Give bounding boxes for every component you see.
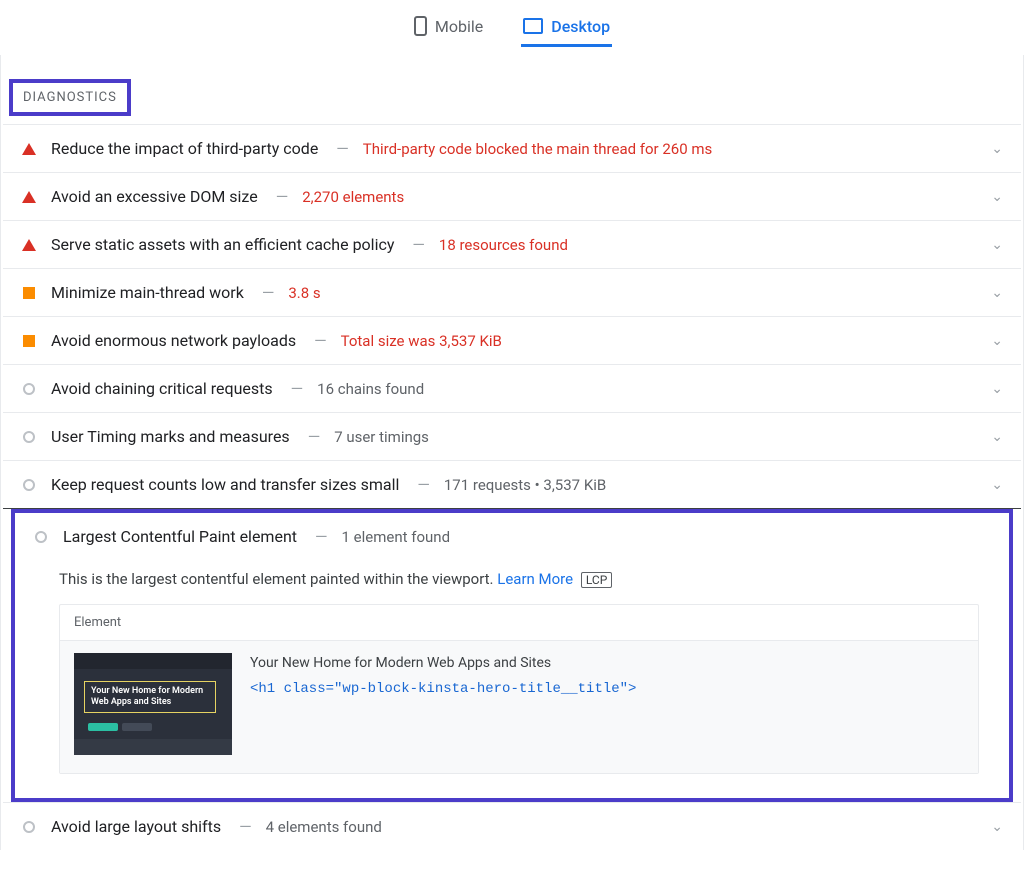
element-table: Element Your New Home for Modern Web App… xyxy=(59,604,979,774)
mobile-icon xyxy=(414,16,427,36)
chevron-down-icon: ⌄ xyxy=(991,285,1003,301)
audit-title: Minimize main-thread work xyxy=(51,283,244,302)
audit-detail: 3.8 s xyxy=(288,284,320,302)
audit-row[interactable]: Keep request counts low and transfer siz… xyxy=(3,460,1021,508)
warning-triangle-icon xyxy=(21,143,37,155)
audit-row[interactable]: Serve static assets with an efficient ca… xyxy=(3,220,1021,268)
audit-detail: 18 resources found xyxy=(439,236,568,254)
lcp-section: Largest Contentful Paint element — 1 ele… xyxy=(11,509,1013,802)
device-tabs: Mobile Desktop xyxy=(0,0,1024,55)
audit-title: Avoid an excessive DOM size xyxy=(51,187,258,206)
chevron-down-icon: ⌄ xyxy=(991,189,1003,205)
tab-desktop[interactable]: Desktop xyxy=(521,10,612,47)
thumb-hero-text: Your New Home for Modern Web Apps and Si… xyxy=(84,681,216,713)
lcp-body: This is the largest contentful element p… xyxy=(15,560,1009,798)
audit-title: Avoid chaining critical requests xyxy=(51,379,273,398)
audit-detail: 2,270 elements xyxy=(302,188,404,206)
audit-title: Largest Contentful Paint element xyxy=(63,527,297,546)
audit-title: Avoid enormous network payloads xyxy=(51,331,296,350)
chevron-down-icon: ⌄ xyxy=(991,381,1003,397)
info-circle-icon xyxy=(21,383,37,395)
info-circle-icon xyxy=(21,431,37,443)
audit-detail: 1 element found xyxy=(342,528,451,546)
chevron-down-icon: ⌄ xyxy=(991,237,1003,253)
element-row: Your New Home for Modern Web Apps and Si… xyxy=(60,641,978,773)
audit-row[interactable]: Avoid an excessive DOM size — 2,270 elem… xyxy=(3,172,1021,220)
audit-detail: 171 requests • 3,537 KiB xyxy=(444,476,606,494)
audit-detail: 4 elements found xyxy=(266,818,382,836)
learn-more-link[interactable]: Learn More xyxy=(497,570,573,588)
element-thumbnail: Your New Home for Modern Web Apps and Si… xyxy=(74,653,232,755)
audit-title: Reduce the impact of third-party code xyxy=(51,139,318,158)
chevron-down-icon: ⌄ xyxy=(991,819,1003,835)
diagnostics-panel: DIAGNOSTICS Reduce the impact of third-p… xyxy=(0,55,1024,850)
audit-title: Serve static assets with an efficient ca… xyxy=(51,235,394,254)
chevron-down-icon: ⌄ xyxy=(991,477,1003,493)
warning-triangle-icon xyxy=(21,239,37,251)
audit-title: Avoid large layout shifts xyxy=(51,817,221,836)
warning-triangle-icon xyxy=(21,191,37,203)
chevron-down-icon: ⌄ xyxy=(991,141,1003,157)
audit-row[interactable]: Avoid large layout shifts — 4 elements f… xyxy=(3,802,1021,850)
chevron-down-icon: ⌄ xyxy=(991,429,1003,445)
tab-mobile-label: Mobile xyxy=(435,17,483,36)
audit-row[interactable]: User Timing marks and measures — 7 user … xyxy=(3,412,1021,460)
audit-title: Keep request counts low and transfer siz… xyxy=(51,475,399,494)
lcp-badge: LCP xyxy=(581,572,612,588)
audit-row[interactable]: Avoid enormous network payloads — Total … xyxy=(3,316,1021,364)
tab-mobile[interactable]: Mobile xyxy=(412,10,485,47)
audit-row[interactable]: Minimize main-thread work — 3.8 s ⌄ xyxy=(3,268,1021,316)
element-table-header: Element xyxy=(60,605,978,641)
audit-detail: 7 user timings xyxy=(334,428,429,446)
audit-row-lcp[interactable]: Largest Contentful Paint element — 1 ele… xyxy=(15,513,1009,560)
warning-square-icon xyxy=(21,335,37,347)
element-text: Your New Home for Modern Web Apps and Si… xyxy=(250,655,636,671)
audit-detail: Third-party code blocked the main thread… xyxy=(363,140,712,158)
chevron-down-icon: ⌄ xyxy=(991,333,1003,349)
warning-square-icon xyxy=(21,287,37,299)
element-code: <h1 class="wp-block-kinsta-hero-title__t… xyxy=(250,681,636,697)
info-circle-icon xyxy=(21,479,37,491)
section-label: DIAGNOSTICS xyxy=(9,79,131,116)
audit-row[interactable]: Avoid chaining critical requests — 16 ch… xyxy=(3,364,1021,412)
desktop-icon xyxy=(523,18,543,34)
audit-row[interactable]: Reduce the impact of third-party code — … xyxy=(3,124,1021,172)
audit-title: User Timing marks and measures xyxy=(51,427,290,446)
lcp-description: This is the largest contentful element p… xyxy=(59,570,494,588)
info-circle-icon xyxy=(33,531,49,543)
audit-detail: Total size was 3,537 KiB xyxy=(341,332,502,350)
audit-detail: 16 chains found xyxy=(317,380,424,398)
info-circle-icon xyxy=(21,821,37,833)
tab-desktop-label: Desktop xyxy=(551,17,610,36)
